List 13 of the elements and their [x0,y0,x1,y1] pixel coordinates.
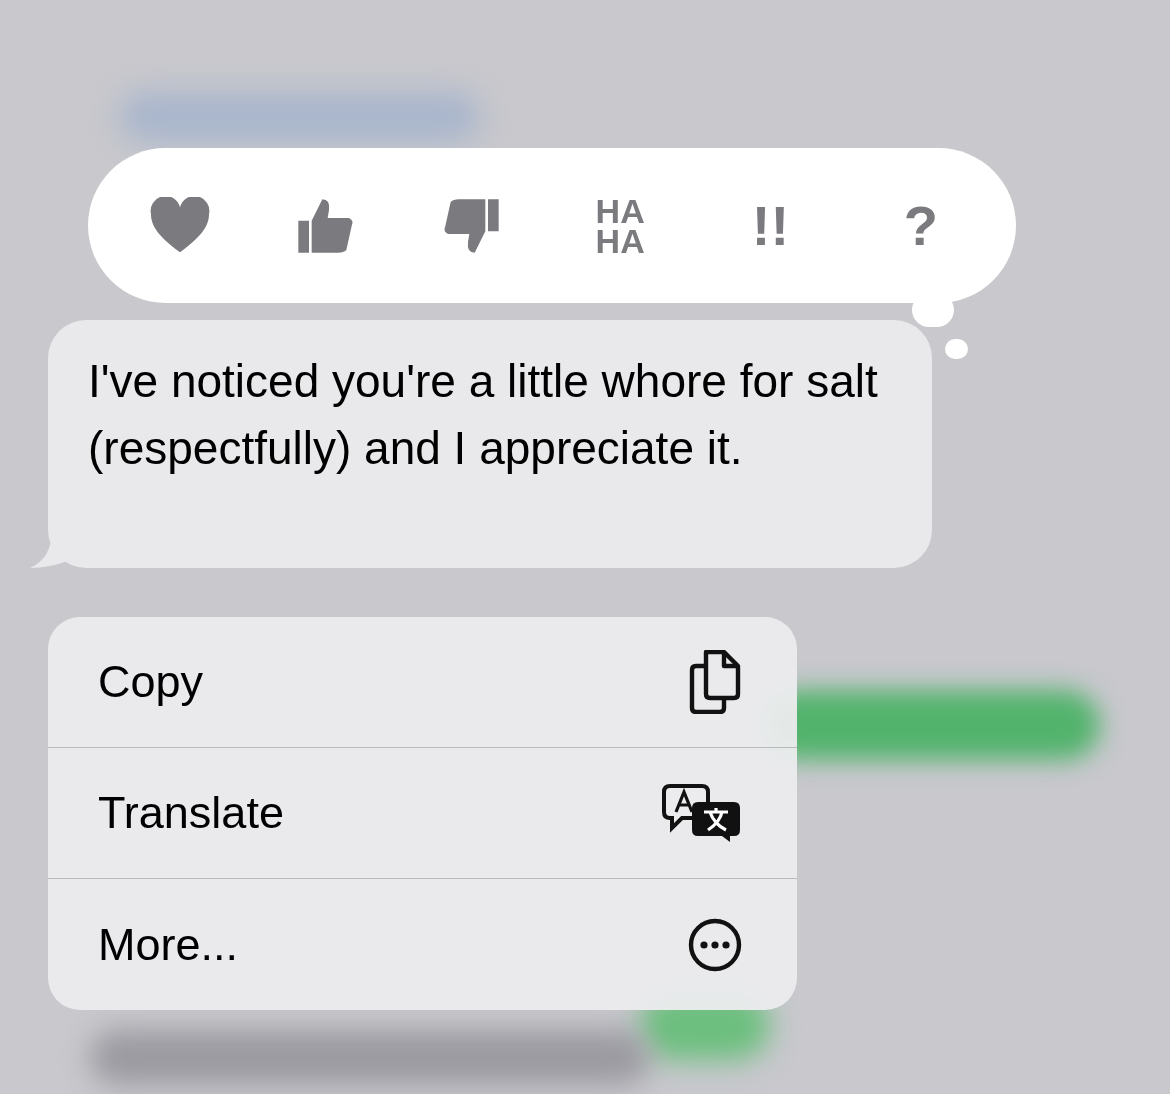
reaction-label[interactable]: HA HA [585,195,656,256]
menu-item[interactable]: Translate [48,748,797,879]
translate-icon [662,784,742,842]
menu-item-label: Translate [98,786,284,841]
copy-icon [688,650,742,714]
menu-item-label: More... [98,917,239,972]
more-icon [688,917,742,972]
menu-item[interactable]: Copy [48,617,797,748]
menu-item-label: Copy [98,655,204,710]
reaction-label[interactable]: ? [885,195,956,256]
message-text: I've noticed you're a little whore for salt (respectfully) and I appreciate it. [88,354,879,476]
menu-item[interactable]: More... [48,879,797,1010]
reaction-label[interactable]: !! [735,195,806,256]
